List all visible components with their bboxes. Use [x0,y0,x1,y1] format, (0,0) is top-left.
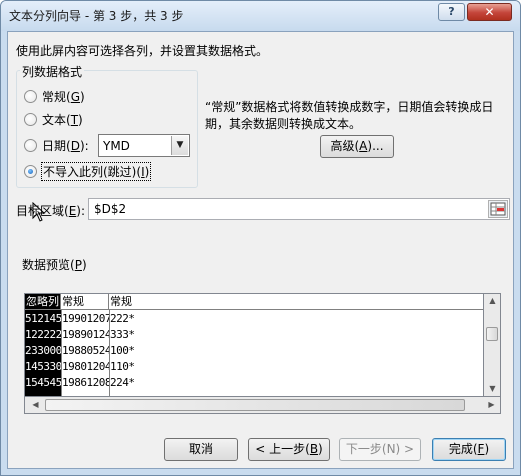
preview-label: 数据预览(P) [22,258,87,272]
cancel-button[interactable]: 取消 [164,438,238,461]
table-cell: 19880524 [62,344,109,357]
radio-date[interactable]: 日期(D): [24,136,90,154]
table-cell: 333* [110,328,135,341]
scroll-right-icon[interactable]: ▶ [483,400,500,409]
finish-button[interactable]: 完成(F) [432,438,506,461]
preview-header-general-1[interactable]: 常规 [61,294,109,310]
destination-label: 目标区域(E): [16,204,86,218]
table-cell: 224* [110,376,135,389]
advanced-button[interactable]: 高级(A)... [320,135,394,158]
text-import-wizard-dialog: 文本分列向导 - 第 3 步，共 3 步 ? ✕ 使用此屏内容可选择各列，并设置… [0,0,521,476]
title-bar[interactable]: 文本分列向导 - 第 3 步，共 3 步 ? ✕ [1,1,520,31]
date-format-dropdown[interactable]: YMD ▼ [98,134,190,157]
radio-skip-column[interactable]: 不导入此列(跳过)(I) [24,161,152,181]
window-title: 文本分列向导 - 第 3 步，共 3 步 [9,9,184,23]
table-cell: 512145 [25,311,61,327]
dialog-body: 使用此屏内容可选择各列，并设置其数据格式。 列数据格式 常规(G) 文本(T) … [7,31,514,469]
table-cell: 110* [110,360,135,373]
radio-skip-column-label: 不导入此列(跳过)(I) [41,161,152,181]
range-picker-icon[interactable] [488,200,508,218]
preview-header-skip[interactable]: 忽略列 [25,294,61,310]
format-description: “常规”数据格式将数值转换成数字，日期值会转换成日期，其余数据则转换成文本。 [205,100,494,131]
scroll-left-icon[interactable]: ◀ [27,400,44,409]
next-button[interactable]: 下一步(N) > [339,438,421,461]
instruction-text: 使用此屏内容可选择各列，并设置其数据格式。 [16,44,269,58]
data-preview-grid[interactable]: 忽略列 常规 常规 512145 19901207 222* 122222 19… [24,293,484,397]
radio-text-label: 文本(T) [42,112,83,127]
radio-date-indicator[interactable] [24,138,37,152]
back-button[interactable]: < 上一步(B) [248,438,330,461]
scroll-up-icon[interactable]: ▲ [484,296,501,305]
horizontal-scroll-thumb[interactable] [45,399,465,411]
table-cell: 19890124 [62,328,109,341]
table-cell: 122222 [25,327,61,343]
table-cell: 19861208 [62,376,109,389]
table-cell: 233000 [25,343,61,359]
close-button[interactable]: ✕ [467,3,512,21]
column-format-legend: 列数据格式 [20,63,85,80]
scroll-down-icon[interactable]: ▼ [484,384,501,393]
preview-vertical-scrollbar[interactable]: ▲ ▼ [484,293,501,397]
radio-general-indicator[interactable] [24,89,37,103]
destination-input[interactable]: $D$2 [88,198,510,220]
date-format-value: YMD [103,139,130,153]
radio-text[interactable]: 文本(T) [24,110,84,128]
table-cell: 100* [110,344,135,357]
radio-general-label: 常规(G) [42,89,85,104]
radio-text-indicator[interactable] [24,112,37,126]
chevron-down-icon[interactable]: ▼ [171,136,188,155]
table-cell: 154545 [25,375,61,391]
radio-general[interactable]: 常规(G) [24,87,86,105]
preview-horizontal-scrollbar[interactable]: ◀ ▶ [24,397,501,414]
destination-value: $D$2 [94,202,127,216]
radio-date-label: 日期(D): [42,138,89,153]
radio-skip-column-indicator[interactable] [24,164,37,178]
preview-header-general-2[interactable]: 常规 [109,294,483,310]
table-cell: 145330 [25,359,61,375]
table-cell: 19801204 [62,360,109,373]
table-cell: 222* [110,312,135,325]
vertical-scroll-thumb[interactable] [486,327,498,341]
help-button[interactable]: ? [438,3,465,21]
table-cell: 19901207 [62,312,109,325]
